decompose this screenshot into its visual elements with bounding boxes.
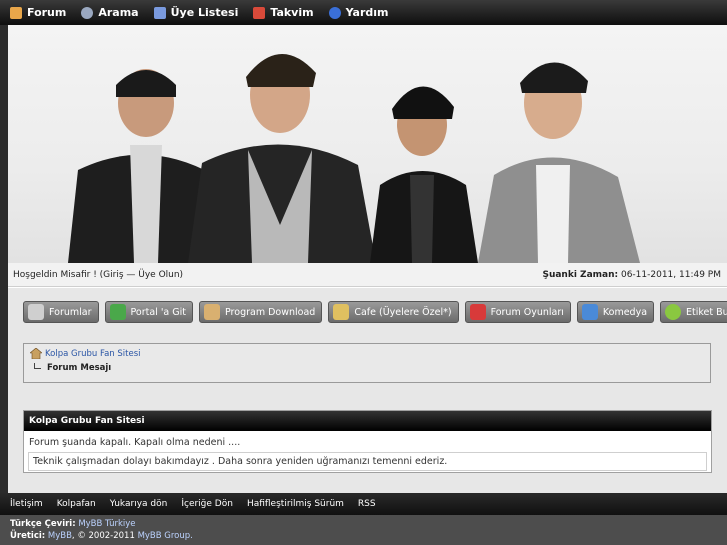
breadcrumb-root-link[interactable]: Kolpa Grubu Fan Sitesi xyxy=(45,349,141,359)
portal-button[interactable]: Portal 'a Git xyxy=(104,301,193,323)
portal-icon xyxy=(109,304,126,320)
header-banner-photo[interactable] xyxy=(8,25,727,263)
tag-cloud-icon xyxy=(665,304,682,320)
footer-link-rss[interactable]: RSS xyxy=(358,499,376,509)
nav-forum[interactable]: Forum xyxy=(10,6,66,19)
footer-link-lite-version[interactable]: Hafifleştirilmiş Sürüm xyxy=(247,499,344,509)
breadcrumb-root: Kolpa Grubu Fan Sitesi xyxy=(30,348,704,359)
message-closed-text: Forum şuanda kapalı. Kapalı olma nedeni … xyxy=(29,437,241,448)
breadcrumb-current-label: Forum Mesajı xyxy=(47,363,112,373)
nav-search[interactable]: Arama xyxy=(81,6,139,19)
forum-closed-message: Kolpa Grubu Fan Sitesi Forum şuanda kapa… xyxy=(23,410,712,473)
mybb-group-link[interactable]: MyBB Group. xyxy=(138,531,193,541)
band-photo-illustration xyxy=(68,53,640,263)
footer-link-contact[interactable]: İletişim xyxy=(10,499,43,509)
top-nav-bar: Forum Arama Üye Listesi Takvim Yardım xyxy=(0,0,727,25)
person-4-silhouette xyxy=(478,62,640,263)
comedy-button[interactable]: Komedya xyxy=(576,301,655,323)
nav-search-label: Arama xyxy=(98,6,139,19)
cafe-icon xyxy=(333,304,350,320)
nav-member-list[interactable]: Üye Listesi xyxy=(153,6,239,19)
copyright-area: Türkçe Çeviri: MyBB Türkiye Üretici: MyB… xyxy=(0,515,727,545)
search-icon xyxy=(81,6,94,19)
forums-button-label: Forumlar xyxy=(49,306,92,318)
button-menu: Forumlar Portal 'a Git Program Download … xyxy=(23,301,727,323)
forum-games-button[interactable]: Forum Oyunları xyxy=(464,301,571,323)
comedy-button-label: Komedya xyxy=(602,306,648,318)
cafe-button-label: Cafe (Üyelere Özel*) xyxy=(354,306,452,318)
footer-link-back-to-top[interactable]: Yukarıya dön xyxy=(110,499,168,509)
breadcrumb-current: Forum Mesajı xyxy=(34,363,704,373)
nav-calendar[interactable]: Takvim xyxy=(253,6,314,19)
nav-member-list-label: Üye Listesi xyxy=(170,6,239,19)
tree-connector xyxy=(34,363,41,369)
message-reason: Teknik çalışmadan dolayı bakımdayız . Da… xyxy=(28,452,707,471)
mybb-link[interactable]: MyBB xyxy=(48,531,72,541)
program-download-button[interactable]: Program Download xyxy=(199,301,323,323)
calendar-icon xyxy=(253,6,266,19)
person-3-silhouette xyxy=(370,86,478,263)
nav-help[interactable]: Yardım xyxy=(328,6,389,19)
clipboard-icon xyxy=(10,6,22,19)
comedy-icon xyxy=(581,304,598,320)
games-icon xyxy=(469,304,486,320)
current-time-value: 06-11-2011, 11:49 PM xyxy=(620,269,721,280)
producer-years: , © 2002-2011 xyxy=(71,531,138,541)
home-icon xyxy=(30,348,42,359)
welcome-strip: Hoşgeldin Misafir ! (Giriş — Üye Olun) Ş… xyxy=(8,263,727,287)
message-title: Kolpa Grubu Fan Sitesi xyxy=(24,411,711,431)
nav-calendar-label: Takvim xyxy=(270,6,314,19)
forum-games-button-label: Forum Oyunları xyxy=(490,306,564,318)
tag-cloud-button-label: Etiket Bulutu xyxy=(686,306,727,318)
welcome-greeting[interactable]: Hoşgeldin Misafir ! (Giriş — Üye Olun) xyxy=(13,270,183,280)
users-icon xyxy=(153,6,166,19)
breadcrumb: Kolpa Grubu Fan Sitesi Forum Mesajı xyxy=(23,343,711,383)
footer-link-back-to-content[interactable]: İçeriğe Dön xyxy=(181,499,233,509)
translation-credit: Türkçe Çeviri: MyBB Türkiye xyxy=(10,518,717,530)
footer-link-kolpafan[interactable]: Kolpafan xyxy=(57,499,96,509)
nav-help-label: Yardım xyxy=(345,6,389,19)
download-icon xyxy=(204,304,220,320)
program-download-button-label: Program Download xyxy=(225,306,316,318)
nav-forum-label: Forum xyxy=(27,6,67,19)
translation-label: Türkçe Çeviri: xyxy=(10,519,76,529)
forums-button[interactable]: Forumlar xyxy=(23,301,99,323)
translation-link[interactable]: MyBB Türkiye xyxy=(78,519,135,529)
portal-button-label: Portal 'a Git xyxy=(130,306,187,318)
producer-credit: Üretici: MyBB, © 2002-2011 MyBB Group. xyxy=(10,530,717,542)
footer-bar: İletişim Kolpafan Yukarıya dön İçeriğe D… xyxy=(0,493,727,515)
current-time-label: Şuanki Zaman: xyxy=(542,269,619,280)
left-edge-bar xyxy=(0,25,8,495)
main-content: Forumlar Portal 'a Git Program Download … xyxy=(8,288,727,493)
person-2-silhouette xyxy=(188,53,376,263)
forum-icon xyxy=(28,304,44,320)
cafe-button[interactable]: Cafe (Üyelere Özel*) xyxy=(328,301,459,323)
tag-cloud-button[interactable]: Etiket Bulutu xyxy=(660,301,727,323)
current-time: Şuanki Zaman: 06-11-2011, 11:49 PM xyxy=(542,270,721,280)
help-icon xyxy=(328,6,341,19)
producer-label: Üretici: xyxy=(10,531,46,541)
